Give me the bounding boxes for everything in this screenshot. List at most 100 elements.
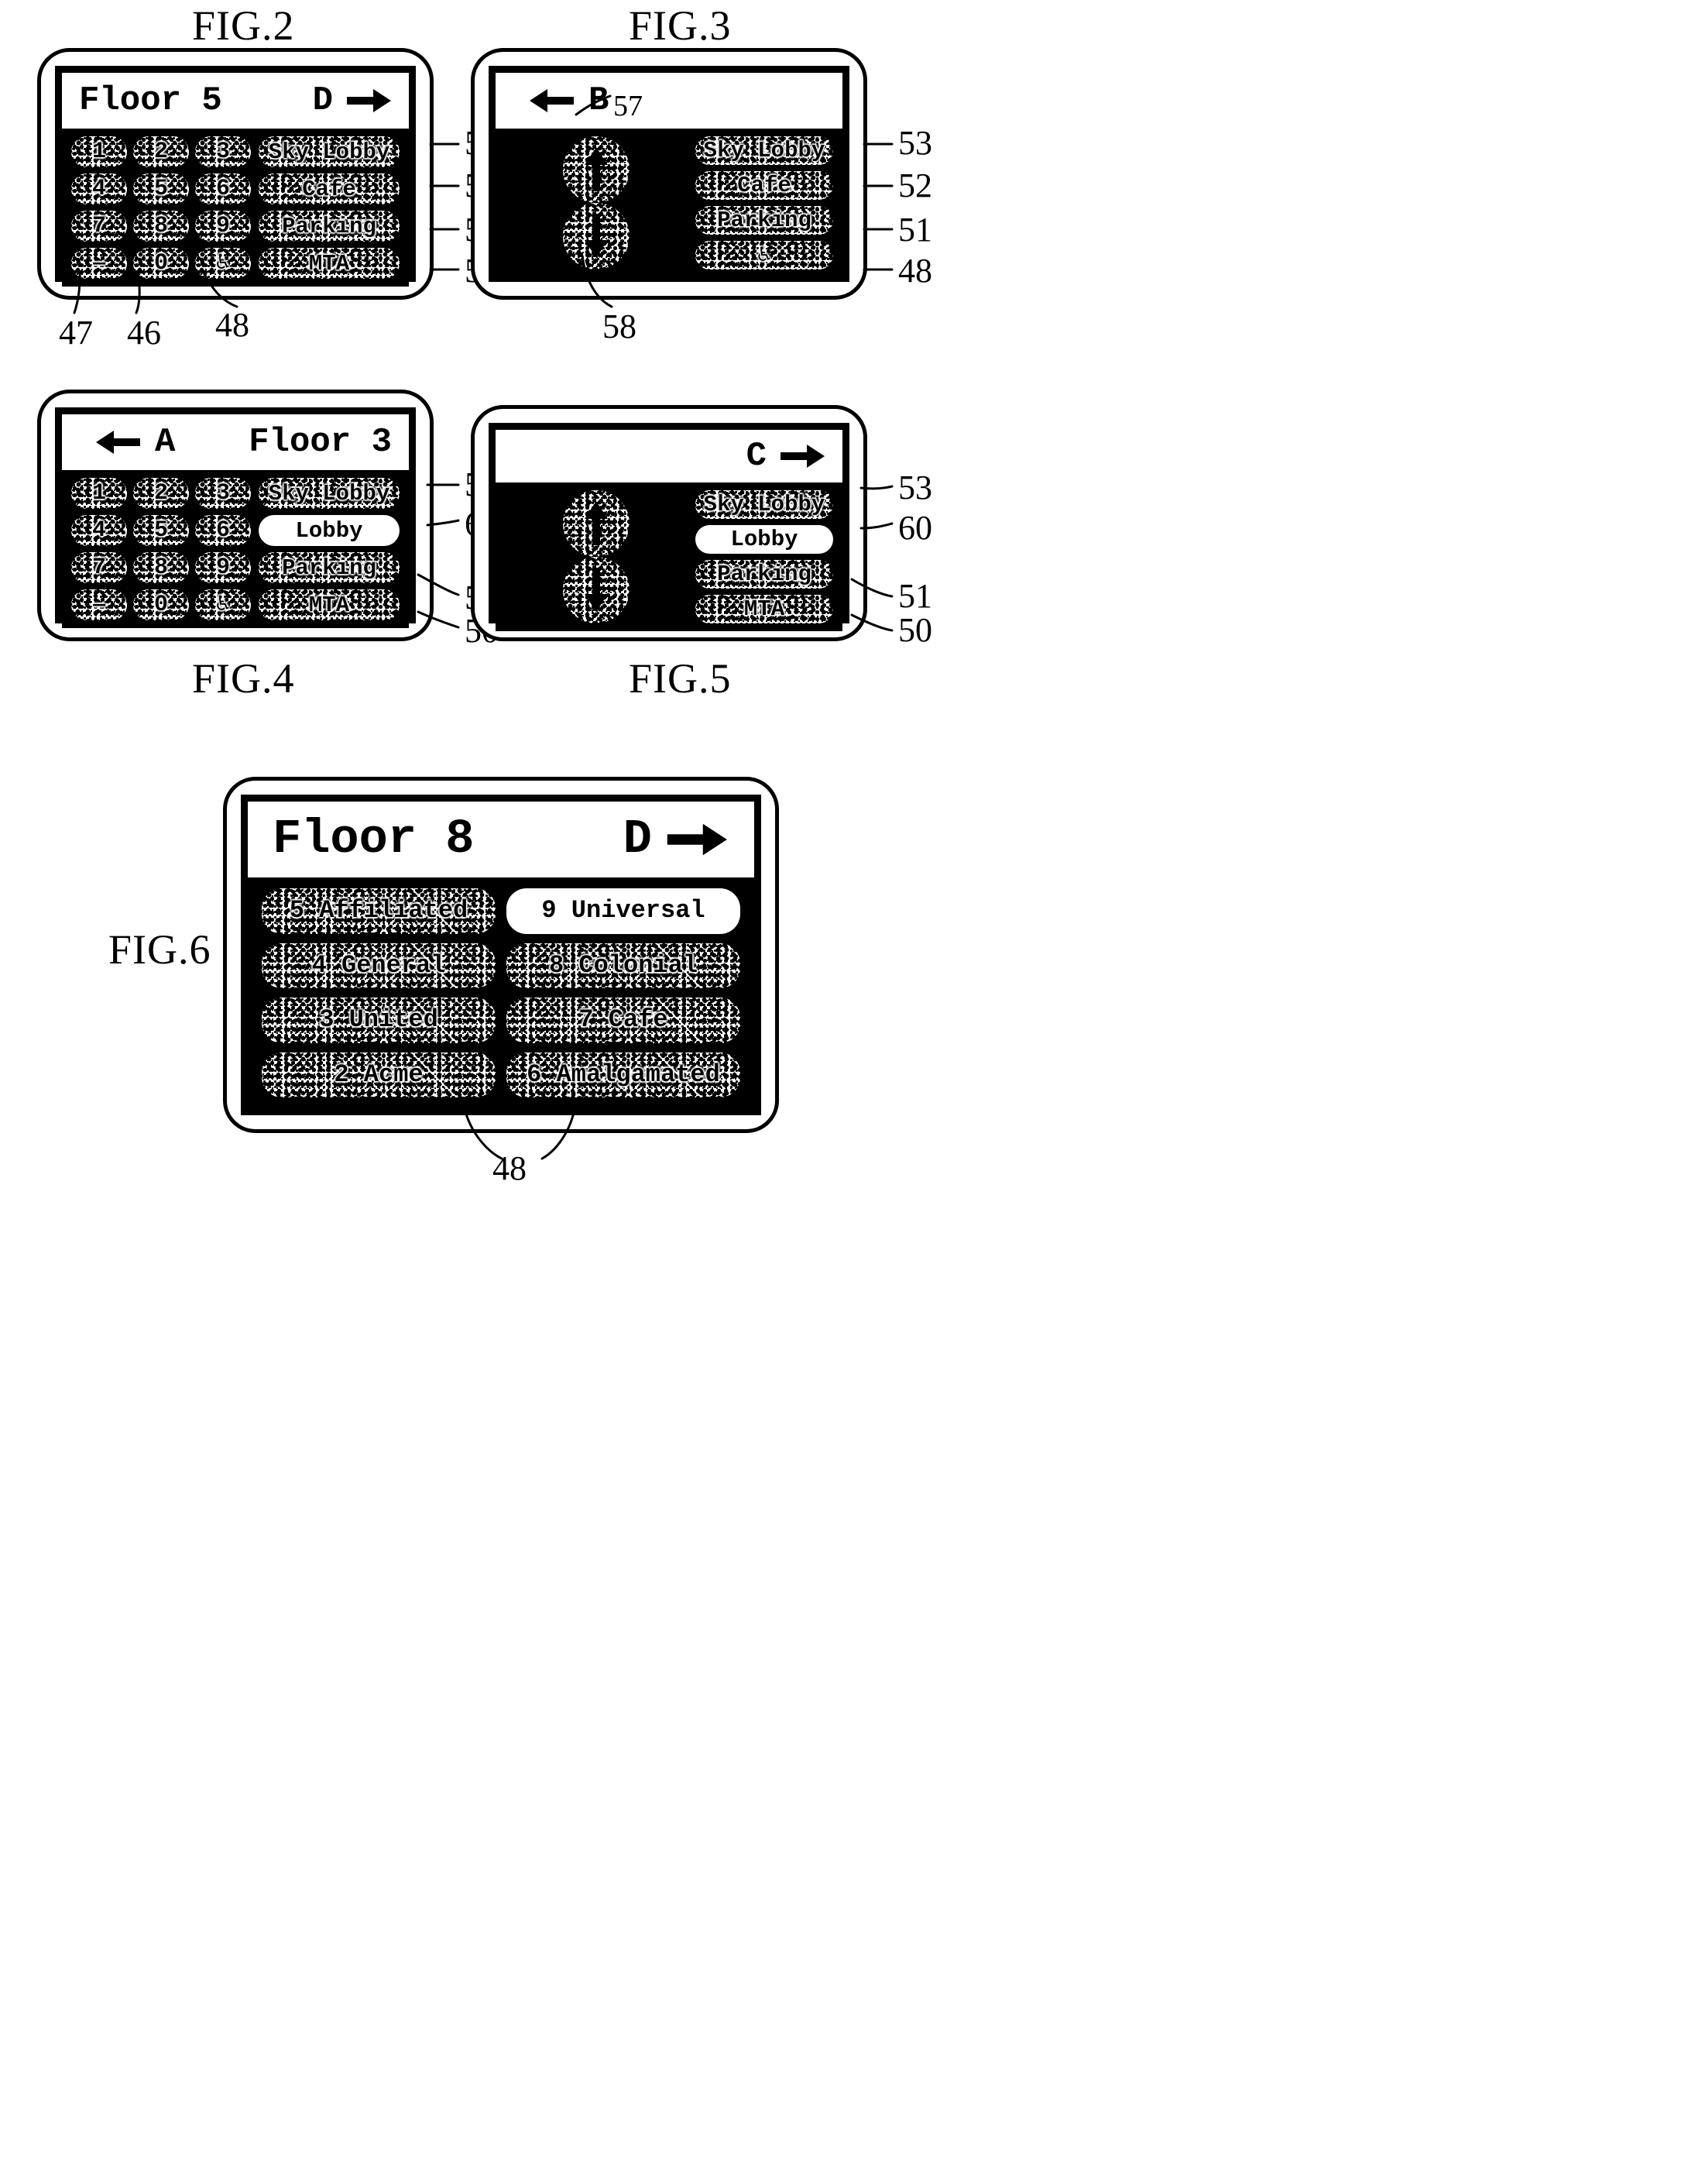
keypad-key-minus[interactable]: —	[71, 589, 127, 620]
header-direction-group: D	[313, 84, 392, 118]
tenant-label: 3 United	[319, 1005, 438, 1035]
keypad-key-8[interactable]: 8	[133, 211, 189, 242]
arrow-right-icon	[667, 823, 727, 856]
header-car-letter: A	[155, 423, 176, 462]
destination-column: Sky Lobby Lobby Parking MTA	[695, 490, 833, 623]
header-direction-group: B	[530, 84, 609, 118]
keypad-key-2[interactable]: 2	[133, 136, 189, 167]
panel-header: A Floor 3	[62, 414, 409, 470]
keypad-key-7[interactable]: 7	[71, 211, 127, 242]
panel-screen: B Sky Lobby Cafe Parking ♿	[489, 66, 849, 282]
tenant-button-7-cafe[interactable]: 7 Cafe	[506, 998, 740, 1043]
header-floor-label: Floor 3	[249, 423, 392, 462]
elevator-panel-fig3: B Sky Lobby Cafe Parking ♿	[471, 48, 867, 300]
destination-button-parking[interactable]: Parking	[695, 206, 833, 235]
keypad-key-3[interactable]: 3	[195, 136, 251, 167]
destination-label: Parking	[282, 213, 376, 239]
header-car-letter: D	[312, 81, 333, 120]
keypad-key-0[interactable]: 0	[133, 248, 189, 279]
destination-button-accessibility[interactable]: ♿	[695, 241, 833, 270]
key-label: 9	[215, 213, 230, 239]
keypad-key-1[interactable]: 1	[71, 478, 127, 509]
tenant-button-6-amalgamated[interactable]: 6 Amalgamated	[506, 1052, 740, 1097]
keypad-key-1[interactable]: 1	[71, 136, 127, 167]
panel-body: 1 2 3 4 5 6 7 8 9 — 0 ♿ Sky Lobby Lobby …	[62, 470, 409, 628]
keypad-key-9[interactable]: 9	[195, 552, 251, 583]
keypad-key-5[interactable]: 5	[133, 173, 189, 204]
header-direction-group: A	[96, 425, 175, 459]
figure-caption-fig2: FIG.2	[192, 2, 295, 49]
tenant-button-9-universal-selected[interactable]: 9 Universal	[506, 888, 740, 934]
keypad-key-6[interactable]: 6	[195, 515, 251, 546]
destination-button-sky-lobby[interactable]: Sky Lobby	[259, 136, 400, 167]
keypad-key-4[interactable]: 4	[71, 173, 127, 204]
arrow-right-icon	[347, 89, 391, 112]
wheelchair-icon: ♿	[215, 250, 231, 276]
scroll-up-button[interactable]	[563, 136, 630, 203]
reference-numeral-51: 51	[898, 577, 932, 615]
tenant-button-4-general[interactable]: 4 General	[262, 943, 496, 988]
arrow-key-column	[505, 490, 688, 623]
reference-numeral-57: 57	[613, 90, 643, 122]
destination-button-mta[interactable]: MTA	[695, 595, 833, 623]
header-car-letter: D	[623, 812, 652, 867]
keypad-key-0[interactable]: 0	[133, 589, 189, 620]
tenant-button-3-united[interactable]: 3 United	[262, 998, 496, 1043]
header-direction-group: D	[623, 816, 729, 864]
scroll-up-button[interactable]	[563, 490, 630, 557]
keypad-key-6[interactable]: 6	[195, 173, 251, 204]
keypad-key-accessibility[interactable]: ♿	[195, 248, 251, 279]
tenant-label: 2 Acme	[334, 1059, 424, 1089]
keypad-key-8[interactable]: 8	[133, 552, 189, 583]
keypad-key-minus[interactable]: —	[71, 248, 127, 279]
panel-header: C	[496, 430, 842, 482]
arrow-right-icon	[781, 445, 825, 468]
destination-column: Sky Lobby Cafe Parking MTA	[259, 136, 400, 279]
destination-button-cafe[interactable]: Cafe	[259, 173, 400, 204]
arrow-up-icon	[585, 501, 608, 545]
tenant-button-8-colonial[interactable]: 8 Colonial	[506, 943, 740, 988]
elevator-panel-fig5: C Sky Lobby Lobby Parking MTA	[471, 405, 867, 641]
key-label: 2	[153, 480, 168, 507]
tenant-button-5-affiliated[interactable]: 5 Affiliated	[262, 888, 496, 934]
key-label: 0	[153, 592, 168, 618]
destination-button-sky-lobby[interactable]: Sky Lobby	[695, 490, 833, 519]
key-label: 2	[153, 139, 168, 165]
reference-numeral-48: 48	[215, 306, 249, 344]
key-label: 0	[153, 250, 168, 276]
key-label: —	[93, 252, 105, 275]
reference-numeral-58: 58	[602, 307, 636, 345]
keypad-key-9[interactable]: 9	[195, 211, 251, 242]
destination-button-sky-lobby[interactable]: Sky Lobby	[695, 136, 833, 165]
destination-button-mta[interactable]: MTA	[259, 248, 400, 279]
arrow-left-icon	[96, 431, 140, 454]
scroll-down-button[interactable]	[563, 557, 630, 623]
key-label: 1	[91, 480, 106, 507]
destination-button-lobby-selected[interactable]: Lobby	[695, 525, 833, 554]
key-label: 1	[91, 139, 106, 165]
keypad-key-4[interactable]: 4	[71, 515, 127, 546]
panel-screen: Floor 5 D 1 2 3 4 5 6 7 8 9 — 0 ♿ Sky Lo…	[55, 66, 416, 287]
destination-button-cafe[interactable]: Cafe	[695, 171, 833, 200]
destination-button-parking[interactable]: Parking	[695, 560, 833, 589]
key-label: —	[93, 593, 105, 616]
destination-button-parking[interactable]: Parking	[259, 552, 400, 583]
keypad-key-7[interactable]: 7	[71, 552, 127, 583]
panel-screen: A Floor 3 1 2 3 4 5 6 7 8 9 — 0 ♿ Sky Lo…	[55, 407, 416, 628]
panel-screen: Floor 8 D 5 Affiliated 4 General 3 Unite…	[241, 795, 761, 1115]
destination-button-lobby-selected[interactable]: Lobby	[259, 515, 400, 546]
reference-numeral-48: 48	[898, 252, 932, 290]
destination-button-mta[interactable]: MTA	[259, 589, 400, 620]
reference-numeral-53: 53	[898, 469, 932, 507]
tenant-button-2-acme[interactable]: 2 Acme	[262, 1052, 496, 1097]
keypad-key-accessibility[interactable]: ♿	[195, 589, 251, 620]
keypad-key-2[interactable]: 2	[133, 478, 189, 509]
keypad-key-3[interactable]: 3	[195, 478, 251, 509]
panel-body: 1 2 3 4 5 6 7 8 9 — 0 ♿ Sky Lobby Cafe P…	[62, 129, 409, 287]
keypad-key-5[interactable]: 5	[133, 515, 189, 546]
scroll-down-button[interactable]	[563, 203, 630, 270]
destination-button-parking[interactable]: Parking	[259, 211, 400, 242]
elevator-panel-fig6: Floor 8 D 5 Affiliated 4 General 3 Unite…	[223, 777, 779, 1133]
destination-button-sky-lobby[interactable]: Sky Lobby	[259, 478, 400, 509]
numeric-keypad: 1 2 3 4 5 6 7 8 9 — 0 ♿	[71, 478, 251, 620]
